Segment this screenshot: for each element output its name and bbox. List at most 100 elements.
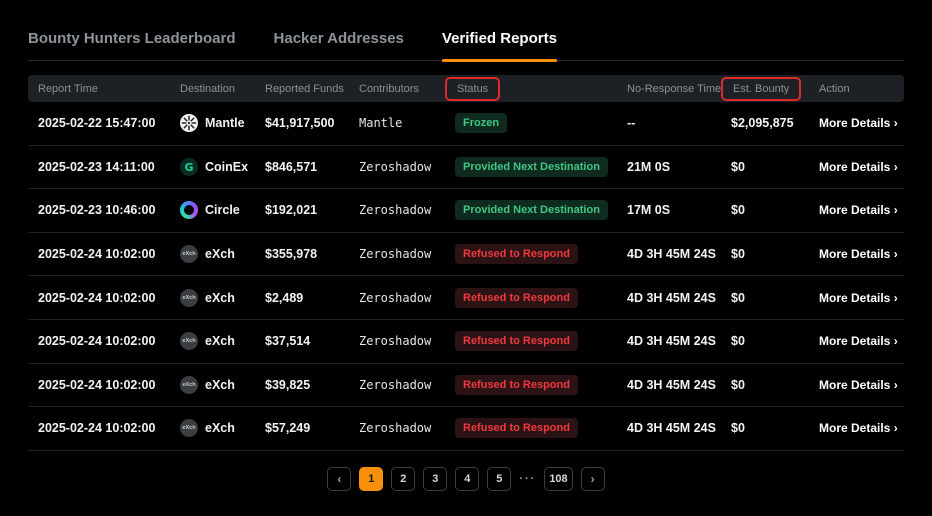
table-header-row: Report TimeDestinationReported FundsCont… [28, 75, 904, 102]
destination-cell: eXch eXch [180, 289, 265, 307]
tab-hacker-addresses[interactable]: Hacker Addresses [274, 30, 404, 47]
est-bounty: $0 [731, 291, 819, 305]
contributors: Zeroshadow [359, 203, 455, 217]
reported-funds: $57,249 [265, 421, 359, 435]
column-header-contributors: Contributors [359, 83, 455, 95]
column-header-est-bounty: Est. Bounty [731, 81, 819, 97]
pagination-prev-button[interactable]: ‹ [327, 467, 351, 491]
more-details-link[interactable]: More Details › [819, 421, 904, 435]
no-response-time: 4D 3H 45M 24S [627, 421, 731, 435]
circle-logo-icon [180, 201, 198, 219]
column-header-destination: Destination [180, 83, 265, 95]
status-badge: Refused to Respond [455, 244, 578, 264]
no-response-time: 17M 0S [627, 203, 731, 217]
pagination-next-button[interactable]: › [581, 467, 605, 491]
destination-cell: eXcheXch [180, 376, 265, 394]
contributors: Zeroshadow [359, 247, 455, 261]
more-details-link[interactable]: More Details › [819, 378, 904, 392]
tab-verified-reports[interactable]: Verified Reports [442, 30, 557, 47]
more-details-link[interactable]: More Details › [819, 291, 904, 305]
status-badge: Refused to Respond [455, 331, 578, 351]
no-response-time: 4D 3H 45M 24S [627, 247, 731, 261]
more-details-link[interactable]: More Details › [819, 247, 904, 261]
column-header-no-response-time: No-Response Time [627, 83, 731, 95]
status-cell: Refused to Respond [455, 288, 627, 308]
no-response-time: -- [627, 116, 731, 130]
verified-reports-page: Bounty Hunters Leaderboard Hacker Addres… [0, 30, 932, 516]
status-cell: Refused to Respond [455, 244, 627, 264]
est-bounty: $0 [731, 160, 819, 174]
report-time: 2025-02-23 14:11:00 [38, 160, 180, 174]
destination-name: eXch [205, 378, 235, 392]
report-time: 2025-02-24 10:02:00 [38, 291, 180, 305]
column-header-action: Action [819, 83, 904, 95]
exch-logo-icon: eXch [180, 289, 198, 307]
table-row: 2025-02-23 14:11:00 G CoinEx $846,571Zerosh… [28, 146, 904, 190]
destination-name: Mantle [205, 116, 245, 130]
red-annotation-box: Status [445, 77, 500, 101]
destination-name: eXch [205, 291, 235, 305]
est-bounty: $0 [731, 378, 819, 392]
pagination: ‹12345···108› [0, 467, 932, 491]
table-row: 2025-02-24 10:02:00eXcheXch$39,825Zerosh… [28, 364, 904, 408]
pagination-page-108[interactable]: 108 [544, 467, 572, 491]
table-body: 2025-02-22 15:47:00Mantle$41,917,500Mant… [28, 102, 904, 451]
no-response-time: 4D 3H 45M 24S [627, 334, 731, 348]
destination-name: eXch [205, 421, 235, 435]
table-row: 2025-02-22 15:47:00Mantle$41,917,500Mant… [28, 102, 904, 146]
destination-cell: Circle [180, 201, 265, 219]
table-row: 2025-02-24 10:02:00eXcheXch$355,978Zeros… [28, 233, 904, 277]
table-row: 2025-02-24 10:02:00eXcheXch$57,249Zerosh… [28, 407, 904, 451]
more-details-link[interactable]: More Details › [819, 334, 904, 348]
table-row: 2025-02-24 10:02:00eXcheXch$2,489Zerosha… [28, 276, 904, 320]
contributors: Zeroshadow [359, 378, 455, 392]
reported-funds: $192,021 [265, 203, 359, 217]
destination-name: eXch [205, 247, 235, 261]
reported-funds: $2,489 [265, 291, 359, 305]
destination-cell: Mantle [180, 114, 265, 132]
reported-funds: $39,825 [265, 378, 359, 392]
contributors: Zeroshadow [359, 334, 455, 348]
est-bounty: $0 [731, 203, 819, 217]
destination-cell: eXch eXch [180, 245, 265, 263]
pagination-page-2[interactable]: 2 [391, 467, 415, 491]
tab-bounty-hunters-leaderboard[interactable]: Bounty Hunters Leaderboard [28, 30, 236, 47]
pagination-page-5[interactable]: 5 [487, 467, 511, 491]
status-cell: Refused to Respond [455, 418, 627, 438]
table-row: 2025-02-24 10:02:00eXcheXch$37,514Zerosh… [28, 320, 904, 364]
more-details-link[interactable]: More Details › [819, 116, 904, 130]
report-time: 2025-02-24 10:02:00 [38, 247, 180, 261]
pagination-page-4[interactable]: 4 [455, 467, 479, 491]
reported-funds: $355,978 [265, 247, 359, 261]
pagination-page-1[interactable]: 1 [359, 467, 383, 491]
status-cell: Frozen [455, 113, 627, 133]
column-header-status: Status [455, 81, 627, 97]
pagination-page-3[interactable]: 3 [423, 467, 447, 491]
destination-name: CoinEx [205, 160, 248, 174]
status-cell: Provided Next Destination [455, 200, 627, 220]
svg-text:G: G [184, 161, 193, 174]
no-response-time: 21M 0S [627, 160, 731, 174]
verified-reports-table: Report TimeDestinationReported FundsCont… [28, 75, 904, 451]
status-badge: Frozen [455, 113, 507, 133]
exch-logo-icon: eXch [180, 245, 198, 263]
coinex-logo-icon: G [180, 158, 198, 176]
more-details-link[interactable]: More Details › [819, 160, 904, 174]
status-cell: Refused to Respond [455, 331, 627, 351]
destination-cell: G CoinEx [180, 158, 265, 176]
exch-logo-icon: eXch [180, 332, 198, 350]
report-time: 2025-02-24 10:02:00 [38, 421, 180, 435]
report-time: 2025-02-22 15:47:00 [38, 116, 180, 130]
contributors: Zeroshadow [359, 160, 455, 174]
est-bounty: $0 [731, 421, 819, 435]
status-badge: Provided Next Destination [455, 200, 608, 220]
more-details-link[interactable]: More Details › [819, 203, 904, 217]
reported-funds: $41,917,500 [265, 116, 359, 130]
table-row: 2025-02-23 10:46:00Circle$192,021Zerosha… [28, 189, 904, 233]
reported-funds: $846,571 [265, 160, 359, 174]
no-response-time: 4D 3H 45M 24S [627, 291, 731, 305]
status-cell: Refused to Respond [455, 375, 627, 395]
report-time: 2025-02-24 10:02:00 [38, 378, 180, 392]
destination-name: Circle [205, 203, 240, 217]
destination-cell: eXcheXch [180, 419, 265, 437]
